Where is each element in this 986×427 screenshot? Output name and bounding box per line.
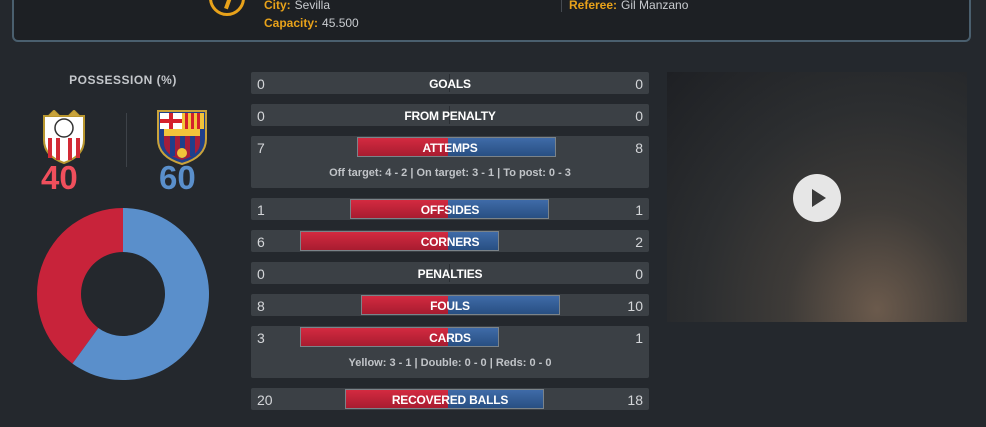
stat-detail: Yellow: 3 - 1 | Double: 0 - 0 | Reds: 0 … [348, 357, 552, 369]
video-player[interactable] [667, 72, 967, 322]
stat-label: CARDS [429, 331, 471, 345]
possession-divider [126, 113, 127, 167]
possession-donut-chart [37, 208, 209, 380]
stat-detail: Off target: 4 - 2 | On target: 3 - 1 | T… [329, 167, 571, 179]
away-stat-value: 1 [635, 202, 643, 218]
away-stat-value: 1 [635, 330, 643, 346]
possession-title: POSSESSION (%) [69, 73, 177, 87]
stat-row: 6 CORNERS 2 [251, 230, 649, 252]
stat-row: 7 ATTEMPS 8 Off target: 4 - 2 | On target: … [251, 136, 649, 188]
city-value: Sevilla [294, 0, 331, 12]
stat-label: PENALTIES [417, 267, 483, 281]
stat-label: ATTEMPS [422, 141, 478, 155]
stat-label: CORNERS [420, 235, 480, 249]
stat-row: 8 FOULS 10 [251, 294, 649, 316]
stat-row: 0 PENALTIES 0 [251, 262, 649, 284]
referee-row: Referee: Gil Manzano [569, 0, 688, 12]
capacity-row: Capacity: 45.500 [264, 16, 359, 30]
stat-row: 3 CARDS 1 Yellow: 3 - 1 | Double: 0 - 0 | R… [251, 326, 649, 378]
away-stat-value: 2 [635, 234, 643, 250]
home-possession-value: 40 [41, 159, 78, 196]
referee-label: Referee: [569, 0, 618, 12]
info-icon [209, 0, 245, 16]
away-possession-value: 60 [159, 159, 196, 196]
stat-row: 0 FROM PENALTY 0 [251, 104, 649, 126]
stat-label: OFFSIDES [420, 203, 480, 217]
barcelona-crest-icon [157, 110, 207, 165]
stat-label: FOULS [430, 299, 470, 313]
away-stat-value: 0 [635, 76, 643, 92]
stat-label: FROM PENALTY [404, 109, 496, 123]
info-divider [561, 0, 562, 12]
capacity-value: 45.500 [322, 16, 359, 30]
stat-row: 20 RECOVERED BALLS 18 [251, 388, 649, 410]
city-row: City: Sevilla [264, 0, 330, 12]
away-stat-value: 0 [635, 108, 643, 124]
stat-label: RECOVERED BALLS [391, 393, 509, 407]
away-stat-value: 18 [627, 392, 643, 408]
away-stat-value: 8 [635, 140, 643, 156]
play-icon[interactable] [793, 174, 841, 222]
stat-row: 0 GOALS 0 [251, 72, 649, 94]
city-label: City: [264, 0, 291, 12]
stat-label: GOALS [429, 77, 471, 91]
referee-value: Gil Manzano [621, 0, 689, 12]
sevilla-crest-icon [43, 110, 85, 164]
capacity-label: Capacity: [264, 16, 319, 30]
match-info-panel: City: Sevilla Capacity: 45.500 Referee: Gil… [12, 0, 971, 42]
stat-row: 1 OFFSIDES 1 [251, 198, 649, 220]
away-stat-value: 10 [627, 298, 643, 314]
away-stat-value: 0 [635, 266, 643, 282]
